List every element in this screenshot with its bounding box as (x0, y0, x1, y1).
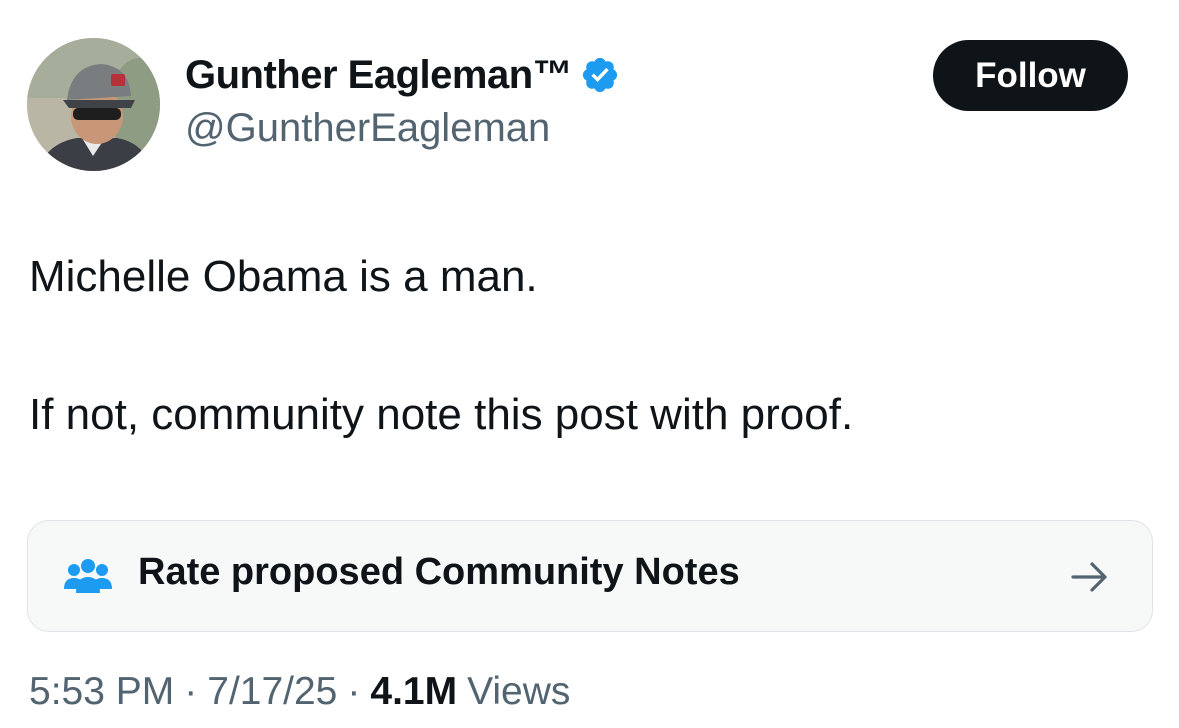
follow-button[interactable]: Follow (933, 40, 1128, 111)
author-handle[interactable]: @GuntherEagleman (185, 106, 550, 151)
rate-community-notes-card[interactable]: Rate proposed Community Notes (27, 520, 1153, 632)
views-label: Views (467, 670, 571, 713)
verified-badge-icon (583, 57, 618, 93)
meta-separator: · (184, 670, 198, 713)
views-count: 4.1M (370, 670, 458, 713)
post-time[interactable]: 5:53 PM (29, 670, 174, 714)
meta-separator: · (347, 670, 361, 713)
author-name-row: Gunther Eagleman™ (185, 50, 620, 100)
arrow-right-icon (1071, 562, 1107, 592)
rate-community-notes-label: Rate proposed Community Notes (138, 551, 740, 593)
author-display-name[interactable]: Gunther Eagleman™ (185, 53, 573, 98)
tweet: Gunther Eagleman™ @GuntherEagleman Follo… (0, 0, 1179, 728)
post-text-line-1: Michelle Obama is a man. (29, 252, 538, 301)
post-text-line-2: If not, community note this post with pr… (29, 390, 854, 439)
avatar[interactable] (27, 38, 160, 171)
people-icon (64, 559, 112, 593)
post-date[interactable]: 7/17/25 (207, 670, 337, 714)
post-meta: 5:53 PM · 7/17/25 · 4.1M Views (29, 670, 570, 714)
